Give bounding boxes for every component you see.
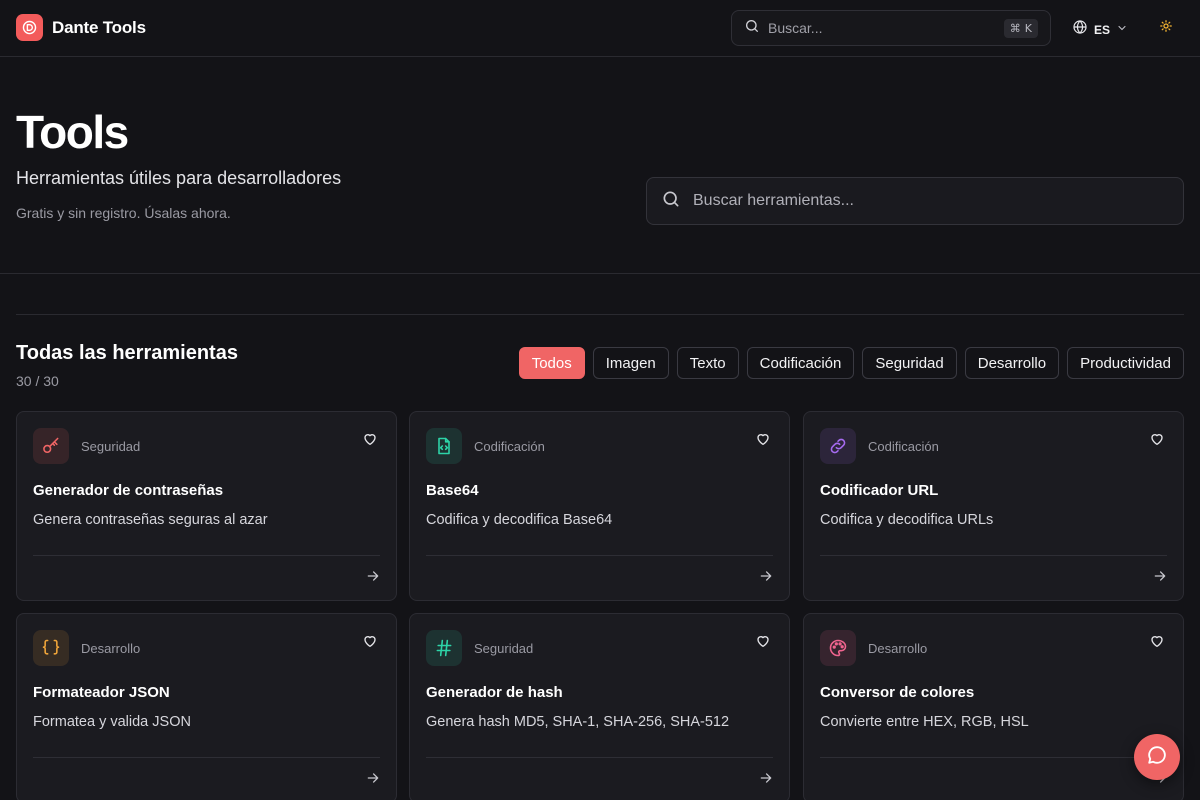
tool-name: Codificador URL [820, 482, 939, 499]
tool-description: Formatea y valida JSON [33, 714, 191, 730]
logo-icon [16, 14, 43, 41]
tool-category: Desarrollo [868, 641, 928, 656]
global-search-input[interactable]: Buscar... ⌘ K [731, 10, 1051, 46]
palette-icon [820, 630, 856, 666]
language-selector[interactable]: ES [1072, 19, 1128, 40]
tool-category: Codificación [868, 439, 939, 454]
card-divider [426, 757, 773, 758]
brand-name: Dante Tools [52, 17, 146, 37]
key-icon [33, 428, 69, 464]
tool-name: Conversor de colores [820, 684, 975, 701]
tool-count: 30 / 30 [16, 373, 59, 389]
filter-chip-3[interactable]: Codificación [746, 347, 855, 379]
arrow-right-icon[interactable] [759, 569, 773, 583]
filter-chip-0[interactable]: Todos [518, 347, 585, 379]
link-icon [820, 428, 856, 464]
shortcut-key: K [1024, 21, 1032, 35]
chat-button[interactable] [1134, 734, 1180, 780]
card-divider [820, 555, 1167, 556]
tool-description: Genera hash MD5, SHA-1, SHA-256, SHA-512 [426, 714, 730, 730]
globe-icon [1072, 19, 1088, 40]
tool-category: Seguridad [474, 641, 534, 656]
filter-chip-6[interactable]: Productividad [1067, 347, 1184, 379]
tool-category: Codificación [474, 439, 545, 454]
search-icon [744, 18, 760, 39]
tool-search-placeholder: Buscar herramientas... [693, 192, 854, 209]
theme-toggle-button[interactable] [1158, 19, 1174, 38]
tool-description: Genera contraseñas seguras al azar [33, 512, 268, 528]
page-note: Gratis y sin registro. Úsalas ahora. [16, 205, 231, 221]
filter-chip-1[interactable]: Imagen [592, 347, 669, 379]
arrow-right-icon[interactable] [366, 569, 380, 583]
category-filter-bar: Todos Imagen Texto Codificación Seguridad Des… [518, 347, 1184, 379]
chevron-down-icon [1116, 21, 1128, 39]
favorite-heart-icon[interactable] [362, 633, 378, 649]
search-icon [661, 189, 681, 214]
section-divider [16, 314, 1184, 315]
card-divider [426, 555, 773, 556]
tool-card[interactable]: Desarrollo Formateador JSON Formatea y val… [16, 613, 397, 800]
tool-name: Generador de hash [426, 684, 563, 701]
page-subtitle: Herramientas útiles para desarrolladores [16, 168, 342, 188]
section-title: Todas las herramientas [16, 342, 238, 364]
language-label: ES [1094, 22, 1111, 37]
shortcut-modifier: ⌘ [1009, 21, 1021, 35]
tool-card[interactable]: Codificación Codificador URL Codifica y de… [803, 411, 1184, 601]
braces-icon [33, 630, 69, 666]
sun-icon [1159, 19, 1173, 38]
filter-chip-5[interactable]: Desarrollo [964, 347, 1060, 379]
tool-name: Generador de contraseñas [33, 482, 224, 499]
top-bar: Dante Tools Buscar... ⌘ K ES [0, 0, 1200, 57]
tool-description: Codifica y decodifica URLs [820, 512, 994, 528]
arrow-right-icon[interactable] [759, 771, 773, 785]
filter-chip-4[interactable]: Seguridad [862, 347, 957, 379]
favorite-heart-icon[interactable] [362, 431, 378, 447]
tool-name: Formateador JSON [33, 684, 170, 701]
tool-card[interactable]: Codificación Base64 Codifica y decodifica … [409, 411, 790, 601]
arrow-right-icon[interactable] [1153, 569, 1167, 583]
page-title: Tools [16, 106, 129, 158]
filter-chip-2[interactable]: Texto [676, 347, 739, 379]
hero-section: Tools Herramientas útiles para desarroll… [0, 57, 1200, 274]
global-search-placeholder: Buscar... [768, 20, 823, 36]
tool-category: Desarrollo [81, 641, 141, 656]
brand-link[interactable]: Dante Tools [16, 14, 146, 41]
tool-description: Convierte entre HEX, RGB, HSL [820, 714, 1029, 730]
tool-card[interactable]: Seguridad Generador de hash Genera hash MD… [409, 613, 790, 800]
card-divider [820, 757, 1167, 758]
card-divider [33, 555, 380, 556]
tool-search-input[interactable]: Buscar herramientas... [646, 177, 1184, 225]
card-divider [33, 757, 380, 758]
tool-card[interactable]: Seguridad Generador de contraseñas Genera … [16, 411, 397, 601]
file-code-icon [426, 428, 462, 464]
tool-name: Base64 [426, 482, 479, 499]
favorite-heart-icon[interactable] [1149, 633, 1165, 649]
arrow-right-icon[interactable] [366, 771, 380, 785]
search-shortcut-badge: ⌘ K [1003, 18, 1038, 38]
favorite-heart-icon[interactable] [755, 633, 771, 649]
favorite-heart-icon[interactable] [755, 431, 771, 447]
favorite-heart-icon[interactable] [1149, 431, 1165, 447]
tool-card[interactable]: Desarrollo Conversor de colores Convierte … [803, 613, 1184, 800]
chat-bubble-icon [1146, 744, 1168, 771]
tool-category: Seguridad [81, 439, 141, 454]
hash-icon [426, 630, 462, 666]
tool-description: Codifica y decodifica Base64 [426, 512, 613, 528]
